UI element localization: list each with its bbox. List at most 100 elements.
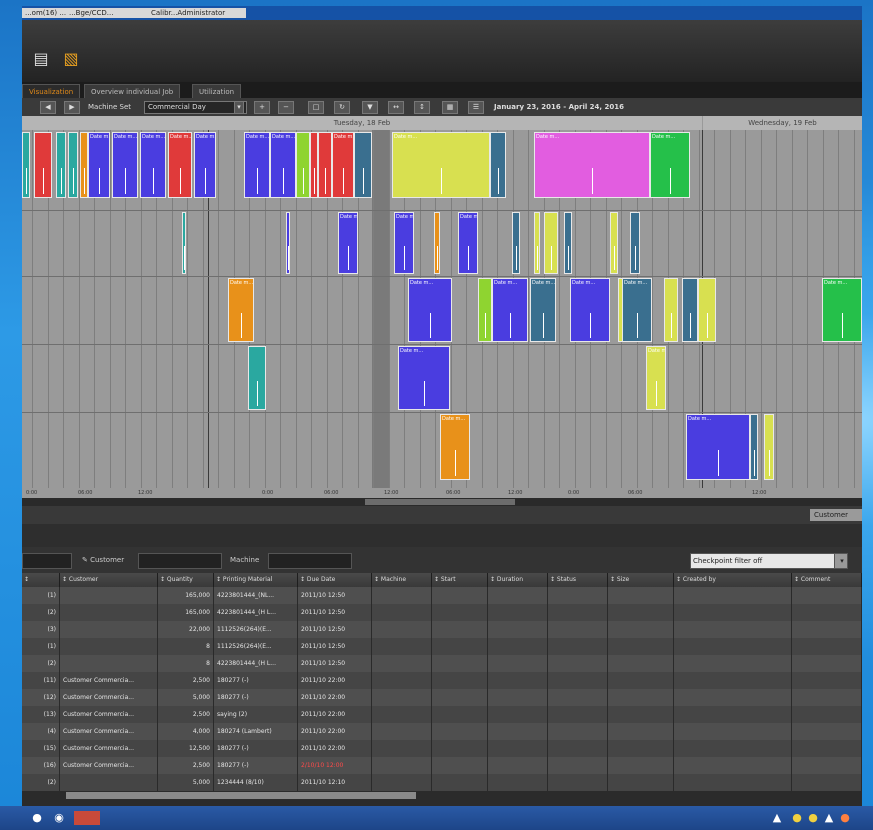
customer-filter-input[interactable]: [138, 553, 222, 569]
grid-icon[interactable]: ▦: [442, 101, 458, 114]
job-bar[interactable]: Date m...: [194, 132, 216, 198]
zoom-in-icon[interactable]: +: [254, 101, 270, 114]
job-bar[interactable]: [490, 132, 506, 198]
job-bar[interactable]: Date m...: [392, 132, 490, 198]
printer-icon[interactable]: ▧: [62, 48, 80, 70]
table-row[interactable]: (2) 165,000 4223801444_(H L... 2011/10 12:5…: [22, 604, 862, 621]
job-bar[interactable]: [750, 414, 758, 480]
table-row[interactable]: (1) 8 1112526(264)(E... 2011/10 12:50: [22, 638, 862, 655]
job-bar[interactable]: Date m...: [244, 132, 270, 198]
chevron-down-icon[interactable]: ▾: [234, 101, 244, 114]
table-row[interactable]: (16) Customer Commercia... 2,500 180277 (-)…: [22, 757, 862, 774]
table-row[interactable]: (11) Customer Commercia... 2,500 180277 (-)…: [22, 672, 862, 689]
column-header[interactable]: ↕ Due Date: [298, 573, 372, 587]
job-filter-input[interactable]: [22, 553, 72, 569]
job-bar[interactable]: Date m...: [686, 414, 750, 480]
job-bar[interactable]: [698, 278, 716, 342]
tray-icon[interactable]: ●: [790, 811, 804, 825]
job-bar[interactable]: [534, 212, 540, 274]
job-bar[interactable]: Date m...: [440, 414, 470, 480]
collapse-icon[interactable]: ↕: [414, 101, 430, 114]
job-bar[interactable]: Date m...: [228, 278, 254, 342]
column-header[interactable]: ↕ Duration: [488, 573, 548, 587]
job-bar[interactable]: [354, 132, 372, 198]
job-bar[interactable]: Date m...: [112, 132, 138, 198]
checkpoint-filter-select[interactable]: Checkpoint filter off: [690, 553, 844, 569]
column-header[interactable]: ↕ Comment: [792, 573, 862, 587]
tab-utilization[interactable]: Utilization: [192, 84, 242, 99]
column-header[interactable]: ↕ Quantity: [158, 573, 214, 587]
job-bar[interactable]: [630, 212, 640, 274]
job-bar[interactable]: [68, 132, 78, 198]
job-bar[interactable]: [512, 212, 520, 274]
table-row[interactable]: (12) Customer Commercia... 5,000 180277 (-)…: [22, 689, 862, 706]
start-icon[interactable]: ●: [30, 811, 44, 825]
job-bar[interactable]: [182, 212, 186, 274]
job-bar[interactable]: Date m...: [822, 278, 862, 342]
tray-icon[interactable]: ●: [838, 811, 852, 825]
network-icon[interactable]: ▲: [822, 811, 836, 825]
column-header[interactable]: ↕: [22, 573, 60, 587]
job-bar[interactable]: [478, 278, 492, 342]
job-bar[interactable]: [764, 414, 774, 480]
job-bar[interactable]: [56, 132, 66, 198]
job-bar[interactable]: Date m...: [458, 212, 478, 274]
title-tab[interactable]: ...Bge/CCD...: [66, 8, 150, 18]
tray-icon[interactable]: ▲: [770, 811, 784, 825]
list-icon[interactable]: ☰: [468, 101, 484, 114]
job-bar[interactable]: [434, 212, 440, 274]
machine-set-select[interactable]: Commercial Day: [144, 101, 247, 114]
table-row[interactable]: (2) 8 4223801444_(H L... 2011/10 12:50: [22, 655, 862, 672]
scrollbar-thumb[interactable]: [365, 499, 515, 505]
scrollbar-thumb[interactable]: [66, 792, 416, 799]
title-tab[interactable]: Calibr...Administrator: [148, 8, 246, 18]
job-bar[interactable]: [544, 212, 558, 274]
filter-icon[interactable]: ▼: [362, 101, 378, 114]
job-bar[interactable]: Date m...: [394, 212, 414, 274]
job-bar[interactable]: Date m...: [88, 132, 110, 198]
job-bar[interactable]: [286, 212, 290, 274]
job-bar[interactable]: Date m...: [168, 132, 192, 198]
column-header[interactable]: ↕ Start: [432, 573, 488, 587]
calendar-icon[interactable]: □: [308, 101, 324, 114]
first-icon[interactable]: ◀: [40, 101, 56, 114]
column-header[interactable]: ↕ Size: [608, 573, 674, 587]
gantt-scrollbar[interactable]: [22, 498, 862, 506]
table-row[interactable]: (15) Customer Commercia... 12,500 180277 (-…: [22, 740, 862, 757]
job-bar[interactable]: Date m...: [408, 278, 452, 342]
chevron-down-icon[interactable]: ▾: [834, 553, 848, 569]
job-bar[interactable]: Date m...: [570, 278, 610, 342]
expand-icon[interactable]: ↔: [388, 101, 404, 114]
job-bar[interactable]: [310, 132, 318, 198]
tab-overview-individual-job[interactable]: Overview individual Job: [84, 84, 181, 99]
job-bar[interactable]: [80, 132, 88, 198]
zoom-out-icon[interactable]: −: [278, 101, 294, 114]
job-bar[interactable]: Date m...: [140, 132, 166, 198]
job-bar[interactable]: Date m...: [650, 132, 690, 198]
job-bar[interactable]: [664, 278, 678, 342]
table-row[interactable]: (3) 22,000 1112526(264)(E... 2011/10 12:50: [22, 621, 862, 638]
job-bar[interactable]: [248, 346, 266, 410]
column-header[interactable]: ↕ Status: [548, 573, 608, 587]
next-icon[interactable]: ▶: [64, 101, 80, 114]
table-row[interactable]: (1) 165,000 4223801444_(NL... 2011/10 12:50: [22, 587, 862, 604]
title-tab[interactable]: ...om(16) ...: [22, 8, 68, 18]
machine-filter-input[interactable]: [268, 553, 352, 569]
table-scrollbar[interactable]: [22, 791, 862, 800]
refresh-icon[interactable]: ↻: [334, 101, 350, 114]
document-icon[interactable]: ▤: [32, 48, 50, 70]
job-bar[interactable]: Date m...: [646, 346, 666, 410]
tray-icon[interactable]: ●: [806, 811, 820, 825]
job-bar[interactable]: [610, 212, 618, 274]
job-bar[interactable]: [22, 132, 30, 198]
column-header[interactable]: ↕ Printing Material: [214, 573, 298, 587]
app-icon[interactable]: [74, 811, 100, 825]
job-bar[interactable]: Date m...: [622, 278, 652, 342]
table-row[interactable]: (2) 5,000 1234444 (8/10) 2011/10 12:10: [22, 774, 862, 791]
job-bar[interactable]: [296, 132, 310, 198]
column-header[interactable]: ↕ Machine: [372, 573, 432, 587]
tab-visualization[interactable]: Visualization: [22, 84, 81, 99]
job-bar[interactable]: Date m...: [534, 132, 650, 198]
job-bar[interactable]: [682, 278, 698, 342]
table-row[interactable]: (13) Customer Commercia... 2,500 saying (2)…: [22, 706, 862, 723]
